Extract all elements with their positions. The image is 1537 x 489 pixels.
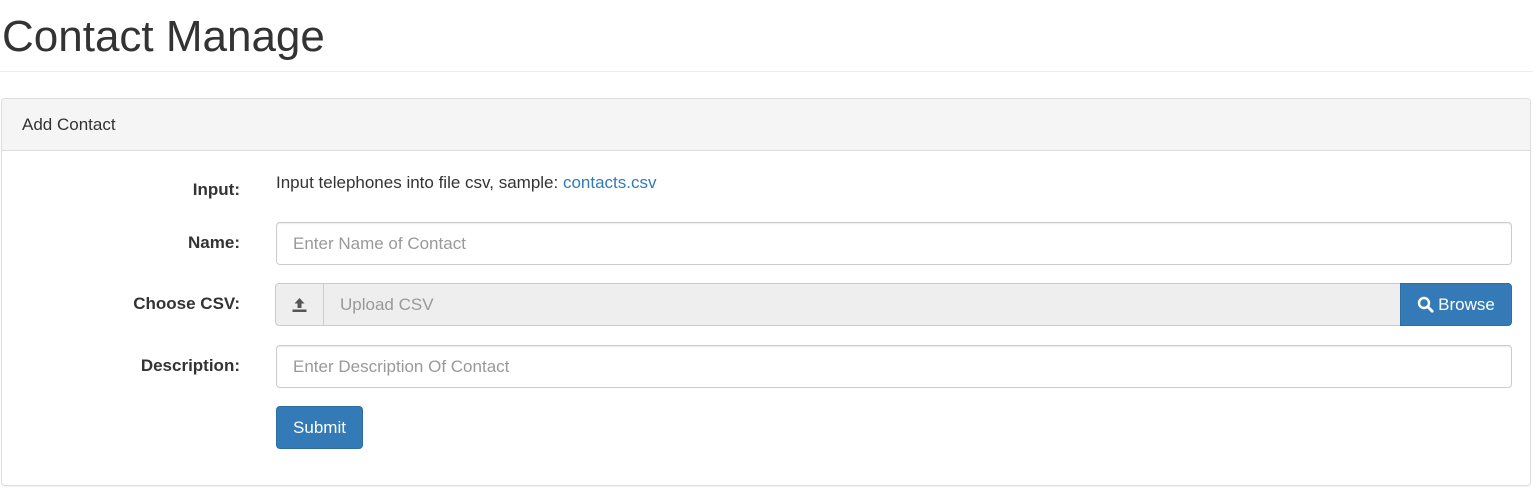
page-header: Contact Manage	[0, 0, 1533, 72]
description-input[interactable]	[276, 345, 1512, 388]
sample-csv-link[interactable]: contacts.csv	[563, 173, 657, 192]
upload-icon	[292, 297, 307, 312]
name-input[interactable]	[276, 222, 1512, 265]
name-label: Name:	[188, 233, 240, 252]
input-instructions: Input telephones into file csv, sample: …	[276, 173, 657, 193]
input-label: Input:	[192, 180, 240, 199]
upload-addon	[275, 283, 324, 326]
browse-button[interactable]: Browse	[1400, 283, 1512, 326]
choose-csv-label: Choose CSV:	[133, 294, 240, 313]
csv-file-field[interactable]	[323, 283, 1401, 326]
submit-button[interactable]: Submit	[276, 406, 363, 449]
csv-upload-group: Browse	[275, 283, 1512, 326]
panel-heading: Add Contact	[2, 99, 1530, 151]
description-label: Description:	[140, 356, 240, 375]
browse-button-label: Browse	[1438, 294, 1495, 314]
panel-title: Add Contact	[22, 115, 116, 134]
search-icon	[1417, 296, 1434, 313]
input-instructions-text: Input telephones into file csv, sample:	[276, 173, 563, 192]
page-title: Contact Manage	[2, 12, 325, 61]
